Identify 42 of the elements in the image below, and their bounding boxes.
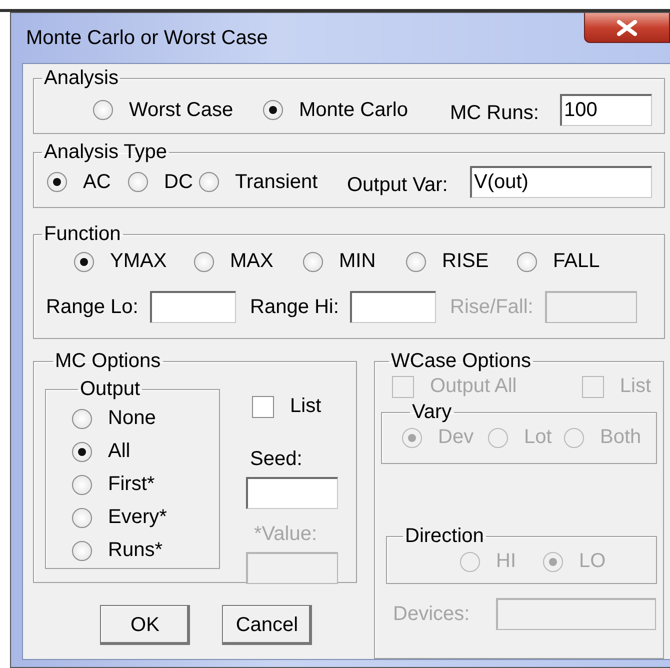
radio-button[interactable]: RISE [406,250,489,273]
group-label: WCase Options [390,351,532,371]
field-label: MC Runs: [450,102,540,124]
radio-button[interactable]: DC [128,170,193,194]
text-field[interactable] [150,291,236,323]
field-label: Rise/Fall: [450,296,534,318]
radio-button[interactable]: Monte Carlo [263,98,408,122]
checkbox[interactable]: List [252,395,322,418]
field-label: Devices: [393,602,471,626]
text-field[interactable] [350,291,436,323]
field-label: Output Var: [347,174,449,196]
group-label: Function [43,224,122,244]
field-label: Range Lo: [46,296,140,318]
window-title: Monte Carlo or Worst Case [26,26,268,50]
radio-button[interactable]: Every* [72,506,167,529]
radio-button[interactable]: Transient [199,170,318,194]
radio-button[interactable]: FALL [517,250,600,273]
group-label: Output [79,379,142,399]
group-label: Analysis [43,68,120,88]
text-field[interactable] [246,476,338,508]
group-label: Direction [404,526,485,546]
dialog-button[interactable]: OK [100,605,190,645]
dialog-button[interactable]: Cancel [222,605,312,645]
text-field[interactable]: 100 [560,94,652,126]
radio-button[interactable]: None [72,407,156,430]
field-label: *Value: [254,522,318,546]
radio-button[interactable]: MIN [303,250,376,273]
close-button[interactable] [584,13,670,43]
radio-button[interactable]: All [72,440,130,463]
radio-button[interactable]: Runs* [72,539,162,562]
close-icon [616,20,638,36]
radio-button[interactable]: Worst Case [93,98,234,122]
group-label: Vary [411,402,453,422]
radio-button[interactable]: AC [47,170,111,194]
group-label: Analysis Type [43,142,168,162]
radio-button[interactable]: MAX [194,250,274,273]
group-label: MC Options [54,351,162,371]
radio-button[interactable]: First* [72,473,155,496]
radio-button[interactable]: YMAX [74,250,167,273]
field-label: Range Hi: [250,296,340,318]
field-label: Seed: [250,448,302,470]
text-field[interactable]: V(out) [470,166,652,198]
